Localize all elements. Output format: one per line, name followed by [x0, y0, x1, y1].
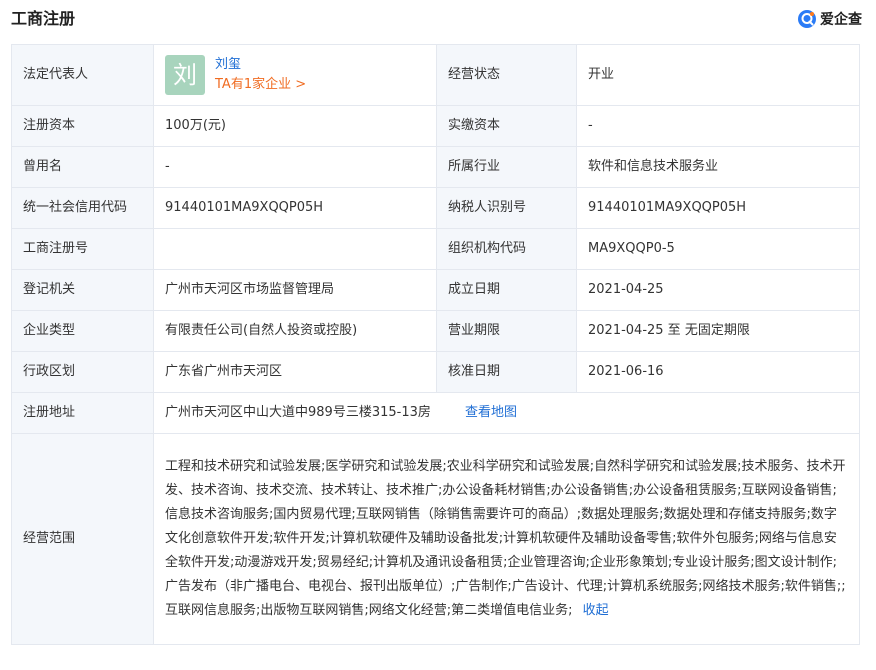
table-row: 企业类型 有限责任公司(自然人投资或控股) 营业期限 2021-04-25 至 …: [11, 310, 860, 352]
row-label: 核准日期: [436, 351, 577, 393]
row-value: 91440101MA9XQQP05H: [153, 187, 437, 229]
row-label: 经营范围: [11, 433, 154, 645]
collapse-link[interactable]: 收起: [583, 603, 609, 618]
row-value: 软件和信息技术服务业: [576, 146, 860, 188]
row-value: 91440101MA9XQQP05H: [576, 187, 860, 229]
row-value: 2021-04-25 至 无固定期限: [576, 310, 860, 352]
row-value: 广东省广州市天河区: [153, 351, 437, 393]
table-row: 工商注册号 组织机构代码 MA9XQQP0-5: [11, 228, 860, 270]
view-map-link[interactable]: 查看地图: [465, 405, 517, 420]
table-row: 行政区划 广东省广州市天河区 核准日期 2021-06-16: [11, 351, 860, 393]
row-label: 实缴资本: [436, 105, 577, 147]
row-label: 统一社会信用代码: [11, 187, 154, 229]
row-label: 登记机关: [11, 269, 154, 311]
table-row: 统一社会信用代码 91440101MA9XQQP05H 纳税人识别号 91440…: [11, 187, 860, 229]
row-label: 成立日期: [436, 269, 577, 311]
avatar[interactable]: 刘: [165, 55, 205, 95]
row-value: 2021-06-16: [576, 351, 860, 393]
scope-cell: 工程和技术研究和试验发展;医学研究和试验发展;农业科学研究和试验发展;自然科学研…: [153, 433, 860, 645]
table-row: 登记机关 广州市天河区市场监督管理局 成立日期 2021-04-25: [11, 269, 860, 311]
row-value: 有限责任公司(自然人投资或控股): [153, 310, 437, 352]
row-label: 经营状态: [436, 44, 577, 106]
row-label: 营业期限: [436, 310, 577, 352]
table-row: 法定代表人 刘 刘玺 TA有1家企业 > 经营状态 开业: [11, 44, 860, 106]
row-label: 曾用名: [11, 146, 154, 188]
brand-name: 爱企查: [820, 12, 862, 28]
business-scope-text: 工程和技术研究和试验发展;医学研究和试验发展;农业科学研究和试验发展;自然科学研…: [165, 459, 846, 618]
row-label: 行政区划: [11, 351, 154, 393]
row-label: 法定代表人: [11, 44, 154, 106]
panel-header: 工商注册 爱企查: [0, 0, 876, 40]
related-companies-link[interactable]: TA有1家企业 >: [215, 75, 306, 95]
row-value: [153, 228, 437, 270]
legal-rep-name-link[interactable]: 刘玺: [215, 55, 306, 75]
brand-logo[interactable]: 爱企查: [797, 8, 862, 30]
row-value: -: [576, 105, 860, 147]
row-value: -: [153, 146, 437, 188]
row-value: 广州市天河区市场监督管理局: [153, 269, 437, 311]
row-label: 纳税人识别号: [436, 187, 577, 229]
row-label: 工商注册号: [11, 228, 154, 270]
legal-rep-cell: 刘 刘玺 TA有1家企业 >: [153, 44, 437, 106]
row-label: 所属行业: [436, 146, 577, 188]
row-label: 组织机构代码: [436, 228, 577, 270]
table-row: 注册地址 广州市天河区中山大道中989号三楼315-13房 查看地图: [11, 392, 860, 434]
registration-table: 法定代表人 刘 刘玺 TA有1家企业 > 经营状态 开业 注册资本 100万(元…: [11, 44, 860, 645]
company-registration-panel: 工商注册 爱企查 法定代表人 刘 刘玺 TA有1家企业 > 经营状态 开业 注册…: [0, 0, 876, 670]
row-value: 100万(元): [153, 105, 437, 147]
table-row: 注册资本 100万(元) 实缴资本 -: [11, 105, 860, 147]
table-row: 经营范围 工程和技术研究和试验发展;医学研究和试验发展;农业科学研究和试验发展;…: [11, 433, 860, 645]
row-value: 开业: [576, 44, 860, 106]
row-value: MA9XQQP0-5: [576, 228, 860, 270]
row-value: 2021-04-25: [576, 269, 860, 311]
address-cell: 广州市天河区中山大道中989号三楼315-13房 查看地图: [153, 392, 860, 434]
row-label: 企业类型: [11, 310, 154, 352]
row-label: 注册地址: [11, 392, 154, 434]
search-q-icon: [798, 10, 816, 28]
panel-title: 工商注册: [11, 9, 76, 28]
table-row: 曾用名 - 所属行业 软件和信息技术服务业: [11, 146, 860, 188]
address-value: 广州市天河区中山大道中989号三楼315-13房: [165, 405, 431, 420]
row-label: 注册资本: [11, 105, 154, 147]
